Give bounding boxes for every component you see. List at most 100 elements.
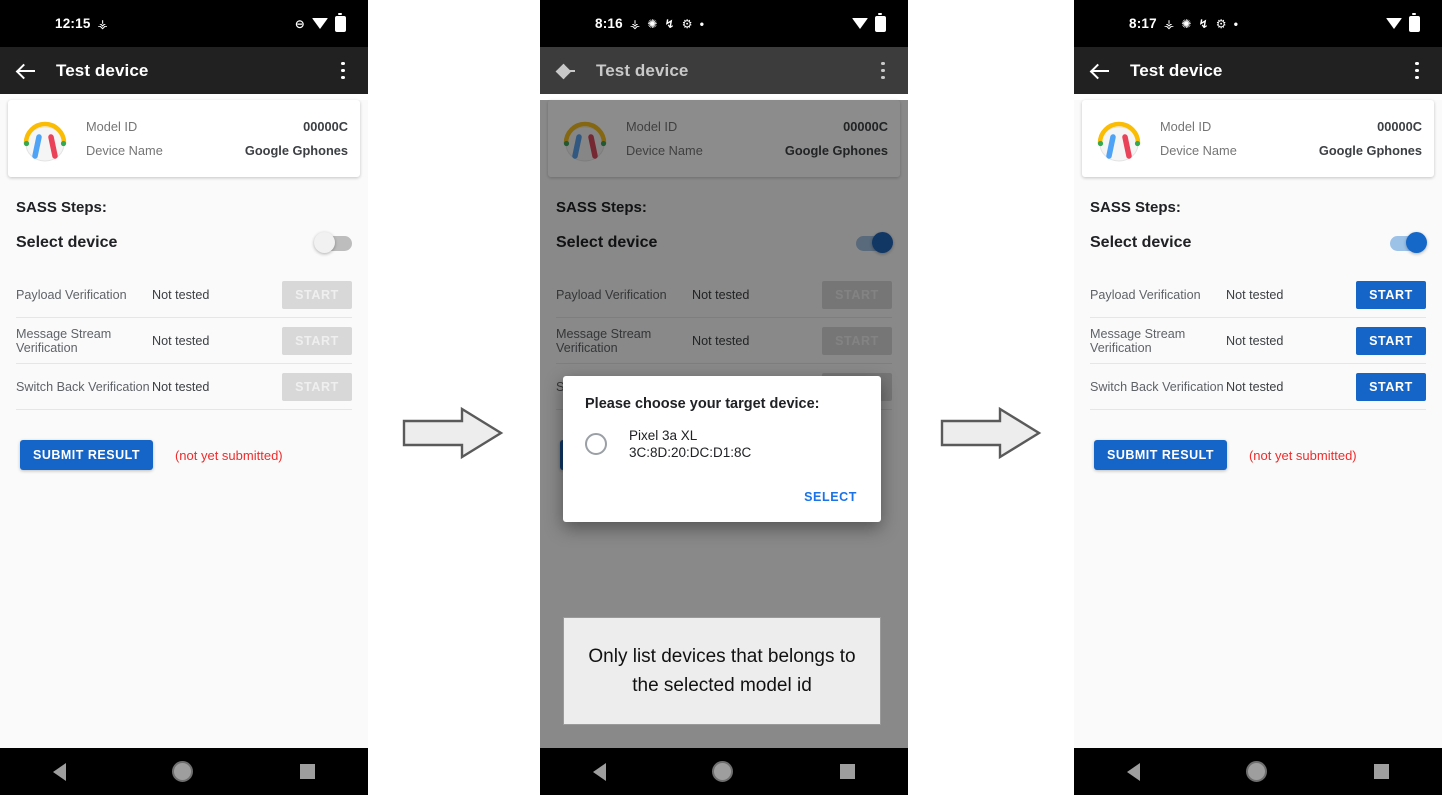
status-bar-right [852, 13, 886, 32]
overflow-menu-icon[interactable] [872, 61, 894, 80]
bluetooth-icon: ↯ [1198, 16, 1209, 31]
select-device-label: Select device [1090, 234, 1192, 251]
table-row: Switch Back Verification Not tested STAR… [16, 364, 352, 410]
gear-icon: ⚙ [681, 16, 693, 31]
device-card-row: Device Name Google Gphones [86, 143, 348, 158]
device-option-row[interactable]: Pixel 3a XL 3C:8D:20:DC:D1:8C [585, 428, 859, 460]
page-title: Test device [1130, 60, 1223, 80]
wifi-icon [852, 18, 868, 29]
overflow-menu-icon[interactable] [1406, 61, 1428, 80]
status-bar: 12:15 ⚶ ⊖ [0, 0, 368, 47]
back-arrow-icon[interactable] [14, 58, 40, 84]
android-debug-icon: ⚶ [629, 16, 641, 31]
page-title: Test device [56, 60, 149, 80]
wifi-icon [1386, 18, 1402, 29]
status-time: 12:15 [55, 16, 91, 31]
sync-icon: ✺ [1181, 16, 1192, 31]
submit-result-button[interactable]: SUBMIT RESULT [20, 440, 153, 470]
system-nav-bar [540, 748, 908, 795]
device-option-text: Pixel 3a XL 3C:8D:20:DC:D1:8C [629, 428, 751, 460]
dialog-select-button[interactable]: SELECT [802, 484, 859, 510]
start-button[interactable]: START [1356, 326, 1426, 355]
device-card-row: Model ID 00000C [1160, 119, 1422, 134]
sync-icon: ✺ [647, 16, 658, 31]
app-bar: Test device [0, 47, 368, 94]
table-row: Message Stream Verification Not tested S… [16, 318, 352, 364]
nav-back-icon[interactable] [53, 762, 67, 781]
start-button[interactable]: START [282, 326, 352, 355]
test-name: Payload Verification [16, 287, 127, 302]
battery-icon [335, 13, 346, 32]
test-status: Not tested [1226, 333, 1284, 348]
sass-steps-heading: SASS Steps: [1090, 199, 1181, 216]
headphones-icon [23, 121, 67, 161]
start-button[interactable]: START [1356, 280, 1426, 309]
status-bar-right: ⊖ [295, 13, 346, 32]
device-card-row: Model ID 00000C [86, 119, 348, 134]
test-name: Switch Back Verification [1090, 379, 1224, 394]
nav-recents-icon[interactable] [1373, 764, 1389, 779]
dialog-title: Please choose your target device: [585, 396, 820, 412]
android-debug-icon: ⚶ [97, 16, 108, 31]
device-name-label: Device Name [1160, 143, 1237, 158]
select-device-row: Select device [1090, 231, 1427, 253]
back-arrow-icon[interactable] [554, 58, 580, 84]
screen-body: Model ID 00000C Device Name Google Gphon… [1074, 100, 1442, 795]
table-row: Payload Verification Not tested START [16, 272, 352, 318]
submit-row: SUBMIT RESULT (not yet submitted) [1094, 440, 1442, 470]
sass-steps-heading: SASS Steps: [16, 199, 107, 216]
test-status: Not tested [152, 379, 210, 394]
test-name: Message Stream Verification [1090, 326, 1186, 355]
status-bar-right [1386, 13, 1420, 32]
test-status: Not tested [152, 287, 210, 302]
status-bar: 8:17 ⚶ ✺ ↯ ⚙ • [1074, 0, 1442, 47]
start-button[interactable]: START [1356, 372, 1426, 401]
device-name-label: Device Name [86, 143, 163, 158]
dialog-actions: SELECT [585, 484, 859, 510]
select-device-toggle[interactable] [1390, 231, 1427, 253]
model-id-label: Model ID [86, 119, 138, 134]
device-name-value: Google Gphones [1318, 143, 1422, 158]
back-arrow-icon[interactable] [1088, 58, 1114, 84]
overflow-menu-icon[interactable] [332, 61, 354, 80]
device-info-card: Model ID 00000C Device Name Google Gphon… [1082, 100, 1434, 177]
submit-row: SUBMIT RESULT (not yet submitted) [20, 440, 368, 470]
submit-result-button[interactable]: SUBMIT RESULT [1094, 440, 1227, 470]
test-list: Payload Verification Not tested START Me… [16, 272, 352, 410]
flow-arrow-1 [402, 406, 504, 460]
status-time: 8:17 [1129, 16, 1157, 31]
status-bar-left: 8:16 ⚶ ✺ ↯ ⚙ • [595, 16, 704, 31]
phone-panel-dialog: 8:16 ⚶ ✺ ↯ ⚙ • Test device Model ID 0000… [540, 0, 908, 795]
nav-recents-icon[interactable] [839, 764, 855, 779]
nav-home-icon[interactable] [712, 761, 734, 782]
test-status: Not tested [152, 333, 210, 348]
nav-recents-icon[interactable] [299, 764, 315, 779]
bluetooth-icon: ↯ [664, 16, 675, 31]
nav-home-icon[interactable] [1246, 761, 1268, 782]
app-bar: Test device [1074, 47, 1442, 94]
select-device-toggle[interactable] [314, 231, 352, 253]
status-bar-left: 8:17 ⚶ ✺ ↯ ⚙ • [1129, 16, 1238, 31]
start-button[interactable]: START [282, 372, 352, 401]
test-status: Not tested [1226, 379, 1284, 394]
device-card-rows: Model ID 00000C Device Name Google Gphon… [86, 119, 348, 158]
phone-panel-initial: 12:15 ⚶ ⊖ Test device Model ID 00000C De… [0, 0, 368, 795]
system-nav-bar [1074, 748, 1442, 795]
test-name: Message Stream Verification [16, 326, 112, 355]
table-row: Message Stream Verification Not tested S… [1090, 318, 1426, 364]
screen-body: Model ID 00000C Device Name Google Gphon… [540, 100, 908, 795]
choose-device-dialog: Please choose your target device: Pixel … [563, 376, 881, 522]
nav-home-icon[interactable] [172, 761, 194, 782]
wifi-icon [312, 18, 328, 29]
device-radio-button[interactable] [585, 433, 607, 455]
screen-body: Model ID 00000C Device Name Google Gphon… [0, 100, 368, 795]
nav-back-icon[interactable] [593, 762, 607, 781]
test-name: Switch Back Verification [16, 379, 150, 394]
start-button[interactable]: START [282, 280, 352, 309]
battery-icon [1409, 13, 1420, 32]
select-device-label: Select device [16, 234, 118, 251]
nav-back-icon[interactable] [1127, 762, 1141, 781]
select-device-row: Select device [16, 231, 352, 253]
model-id-label: Model ID [1160, 119, 1212, 134]
submit-status-note: (not yet submitted) [1248, 447, 1357, 463]
